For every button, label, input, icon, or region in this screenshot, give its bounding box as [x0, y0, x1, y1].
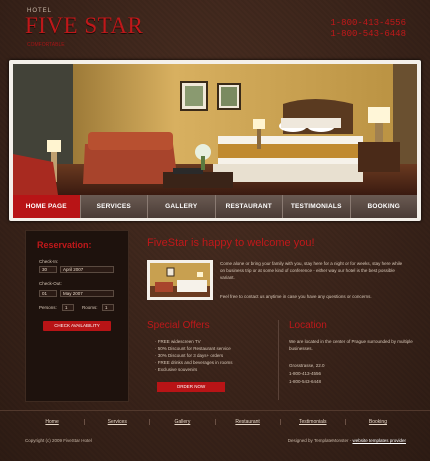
persons-label: Persons:: [39, 305, 57, 310]
rooms-input[interactable]: 1: [102, 304, 114, 311]
special-offers-title: Special Offers: [147, 320, 210, 331]
logo-tagline: COMFORTABLE: [27, 42, 65, 48]
location-phone-1: 1-800-413-4556: [289, 371, 322, 376]
offer-item: · FREE drinks and beverages in rooms: [155, 360, 233, 365]
rooms-label: Rooms:: [82, 305, 98, 310]
welcome-title: FiveStar is happy to welcome you!: [147, 237, 315, 249]
check-availability-button[interactable]: CHECK AVAILABILITY: [43, 321, 111, 331]
welcome-contact-text: Feel free to contact us anytime in case …: [220, 294, 372, 299]
nav-restaurant[interactable]: RESTAURANT: [216, 195, 283, 218]
designer-link[interactable]: website templates provider: [352, 438, 406, 443]
offer-item: · FREE widescreen TV: [155, 339, 201, 344]
order-now-button[interactable]: ORDER NOW: [157, 382, 225, 392]
check-in-label: Check-In:: [39, 259, 59, 264]
check-out-day-select[interactable]: 01: [39, 290, 57, 297]
check-in-day-select[interactable]: 30: [39, 266, 57, 273]
offer-item: · Exclusive souvenirs: [155, 367, 198, 372]
copyright: Copyright (c) 2009 FiveStar Hotel: [25, 438, 92, 443]
offer-item: · 50% Discount for Restaurant service: [155, 346, 231, 351]
check-in-month-select[interactable]: April 2007: [60, 266, 114, 273]
welcome-text: Come alone or bring your family with you…: [220, 261, 403, 280]
location-address-block: Grosstrasse, 22.0 1-800-413-4556 1-800-5…: [289, 362, 325, 386]
footer-link-home[interactable]: Home: [20, 419, 86, 425]
footer-nav: Home Services Gallery Restaurant Testimo…: [20, 419, 410, 425]
reservation-title: Reservation:: [37, 240, 92, 250]
footer-link-restaurant[interactable]: Restaurant: [216, 419, 281, 425]
location-text: We are located in the center of Prague s…: [289, 339, 413, 351]
offer-item: · 30% Discount for 3 days+ orders: [155, 353, 224, 358]
footer-link-gallery[interactable]: Gallery: [150, 419, 216, 425]
footer-divider: [0, 410, 430, 411]
persons-input[interactable]: 1: [62, 304, 74, 311]
hero-image: [13, 64, 417, 195]
logo-title[interactable]: FIVE STAR: [25, 13, 143, 39]
offers-list: · FREE widescreen TV · 50% Discount for …: [155, 338, 233, 373]
footer-link-testimonials[interactable]: Testimonials: [281, 419, 346, 425]
welcome-thumbnail: [147, 260, 213, 300]
location-title: Location: [289, 320, 327, 331]
header-phone-1: 1-800-413-4556: [330, 18, 406, 28]
designer-credit: Designed by TemplateMonster - website te…: [288, 438, 406, 443]
footer-link-services[interactable]: Services: [85, 419, 151, 425]
nav-services[interactable]: SERVICES: [81, 195, 148, 218]
location-phone-2: 1-800-543-6448: [289, 379, 322, 384]
section-divider: [278, 320, 279, 400]
main-nav: HOME PAGE SERVICES GALLERY RESTAURANT TE…: [13, 195, 417, 218]
nav-home[interactable]: HOME PAGE: [13, 195, 81, 218]
nav-booking[interactable]: BOOKING: [351, 195, 418, 218]
header-phones: 1-800-413-4556 1-800-543-6448: [330, 18, 406, 40]
location-address: Grosstrasse, 22.0: [289, 363, 325, 368]
reservation-panel: [25, 230, 129, 402]
check-out-label: Check-Out:: [39, 281, 62, 286]
nav-gallery[interactable]: GALLERY: [148, 195, 216, 218]
check-out-month-select[interactable]: May 2007: [60, 290, 114, 297]
header-phone-2: 1-800-543-6448: [330, 29, 406, 39]
nav-testimonials[interactable]: TESTIMONIALS: [283, 195, 351, 218]
footer-link-booking[interactable]: Booking: [346, 419, 410, 425]
designer-credit-text: Designed by TemplateMonster -: [287, 438, 353, 443]
